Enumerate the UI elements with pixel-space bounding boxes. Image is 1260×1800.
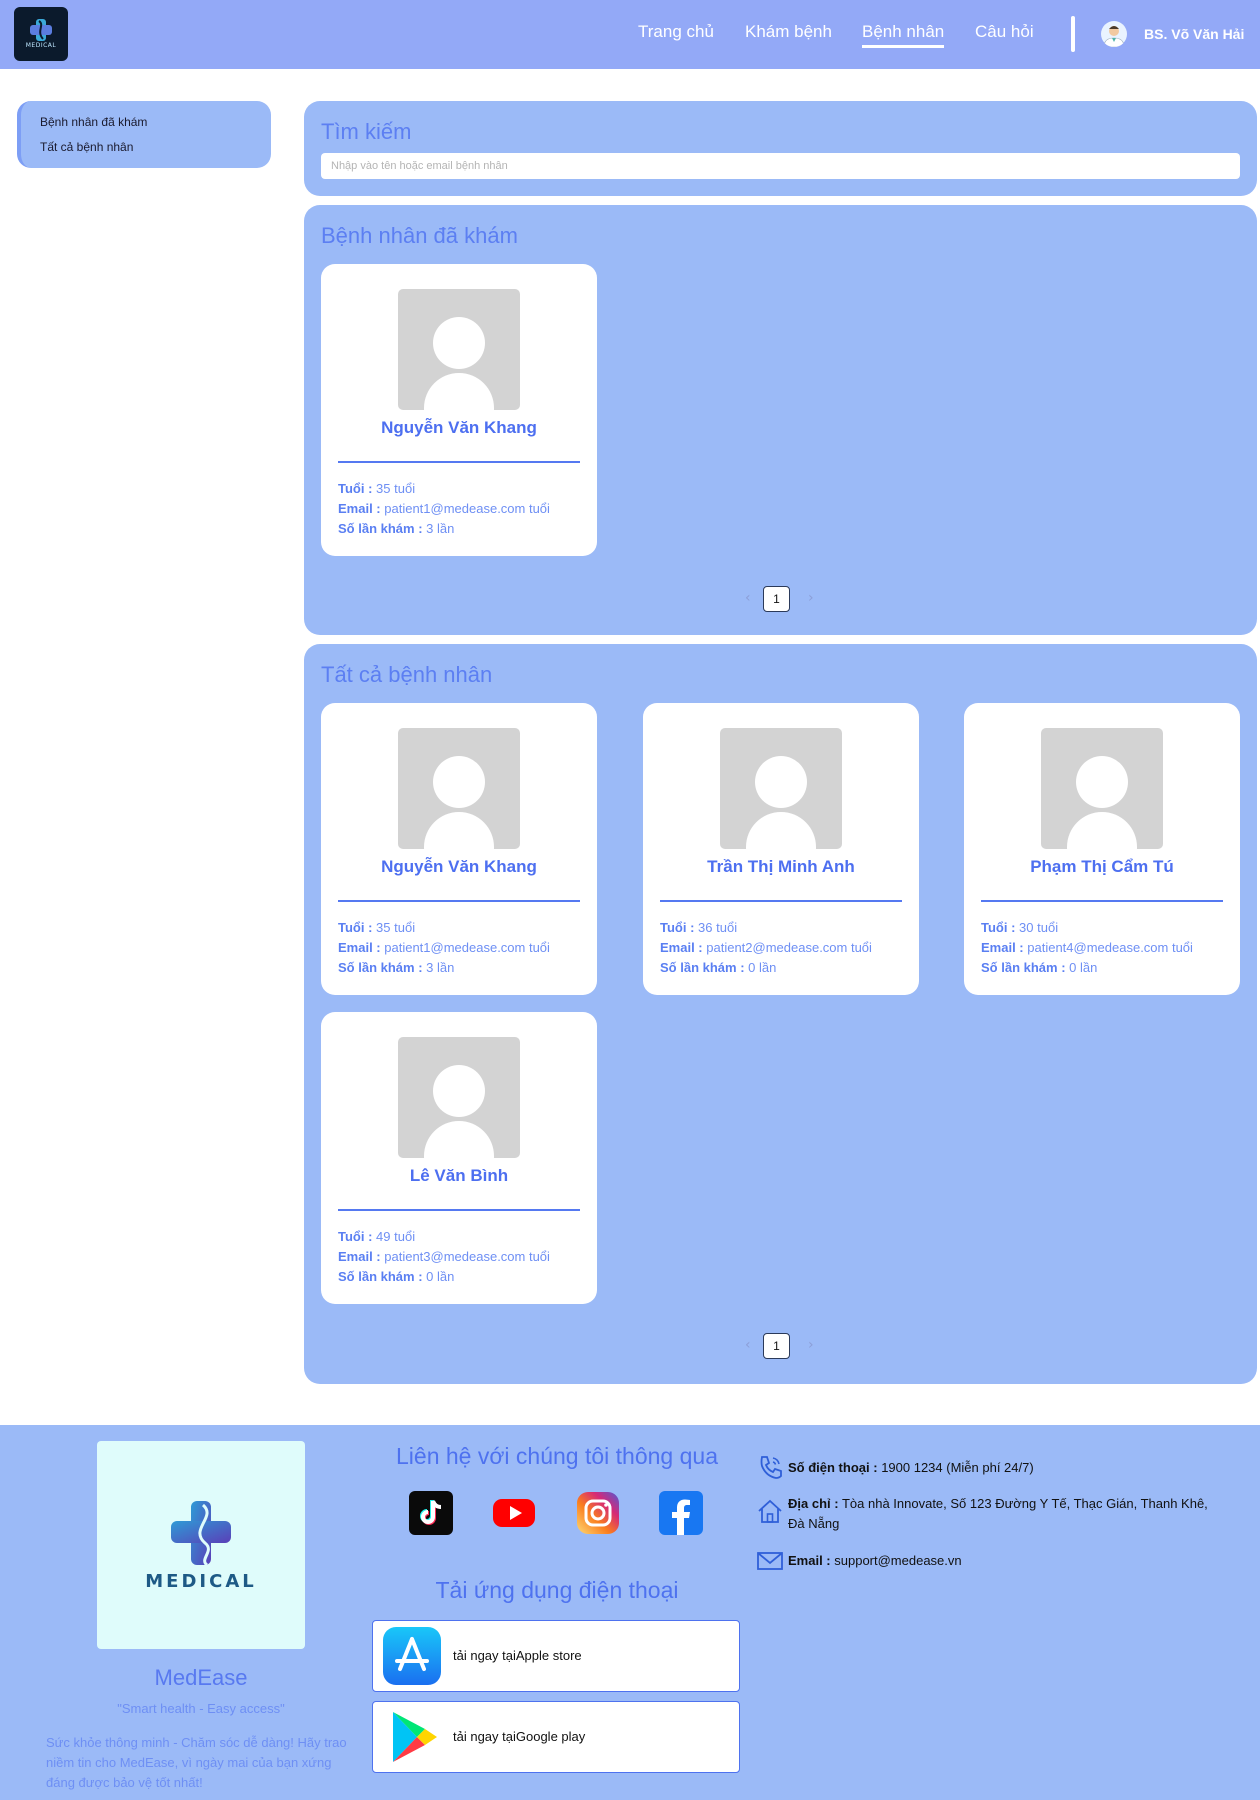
nav-divider — [1071, 16, 1075, 52]
patient-email: Email : patient2@medease.com tuổi — [660, 940, 872, 955]
sidebar-item-examined[interactable]: Bệnh nhân đã khám — [40, 115, 147, 129]
nav-patients[interactable]: Bệnh nhân — [862, 22, 945, 48]
footer-logo: MEDICAL — [97, 1441, 305, 1649]
brand-slogan: "Smart health - Easy access" — [117, 1701, 285, 1716]
top-navbar: MEDICAL Trang chủ Khám bệnh Bệnh nhân Câ… — [0, 0, 1260, 69]
patient-email: Email : patient4@medease.com tuổi — [981, 940, 1193, 955]
avatar[interactable] — [1101, 21, 1127, 47]
footer-logo-text: MEDICAL — [145, 1571, 257, 1592]
pagination-next-button[interactable]: › — [808, 590, 814, 606]
patient-age: Tuổi : 35 tuổi — [338, 481, 416, 496]
pagination-page-button[interactable]: 1 — [763, 1333, 790, 1359]
patient-age: Tuổi : 35 tuổi — [338, 920, 416, 935]
user-name[interactable]: BS. Võ Văn Hải — [1144, 26, 1244, 42]
pagination-prev-button[interactable]: ‹ — [745, 590, 751, 606]
patient-visits: Số lần khám : 0 lần — [338, 1269, 455, 1284]
medical-cross-icon — [171, 1501, 231, 1567]
patient-visits: Số lần khám : 3 lần — [338, 521, 455, 536]
patient-age: Tuổi : 36 tuổi — [660, 920, 738, 935]
patient-visits: Số lần khám : 0 lần — [660, 960, 777, 975]
patient-age: Tuổi : 49 tuổi — [338, 1229, 416, 1244]
patient-card[interactable]: Nguyễn Văn Khang Tuổi : 35 tuổi Email : … — [321, 703, 597, 995]
patient-name: Phạm Thị Cẩm Tú — [1030, 857, 1174, 876]
contact-title: Liên hệ với chúng tôi thông qua — [396, 1443, 718, 1469]
pagination-page-button[interactable]: 1 — [763, 586, 790, 612]
footer-address: Địa chỉ : Tòa nhà Innovate, Số 123 Đường… — [788, 1496, 1208, 1531]
tiktok-icon[interactable] — [409, 1491, 453, 1535]
app-download-title: Tải ứng dụng điện thoại — [435, 1577, 679, 1603]
logo-text: MEDICAL — [25, 42, 57, 49]
all-patients-panel: Tất cả bệnh nhân Nguyễn Văn Khang Tuổi :… — [304, 644, 1257, 1384]
footer-email: Email : support@medease.vn — [788, 1553, 962, 1568]
patient-photo-placeholder — [398, 728, 520, 849]
pagination: ‹ 1 › — [741, 1333, 821, 1359]
patient-card[interactable]: Nguyễn Văn Khang Tuổi : 35 tuổi Email : … — [321, 264, 597, 556]
card-divider — [660, 900, 902, 902]
patient-visits: Số lần khám : 3 lần — [338, 960, 455, 975]
instagram-icon[interactable] — [576, 1491, 620, 1535]
card-divider — [981, 900, 1223, 902]
sidebar: Bệnh nhân đã khám Tất cả bệnh nhân — [17, 101, 271, 168]
patient-name: Lê Văn Bình — [409, 1166, 509, 1185]
sidebar-item-all-patients[interactable]: Tất cả bệnh nhân — [40, 140, 133, 154]
search-input[interactable] — [321, 153, 1240, 179]
apple-store-button[interactable]: tải ngay tạiApple store — [372, 1620, 740, 1692]
patient-photo-placeholder — [398, 1037, 520, 1158]
pagination-prev-button[interactable]: ‹ — [745, 1337, 751, 1353]
footer: MEDICAL MedEase "Smart health - Easy acc… — [0, 1425, 1260, 1800]
footer-phone: Số điện thoại : 1900 1234 (Miễn phí 24/7… — [788, 1460, 1034, 1475]
patient-name: Nguyễn Văn Khang — [381, 857, 537, 876]
nav-home[interactable]: Trang chủ — [638, 22, 714, 42]
search-panel: Tìm kiếm — [304, 101, 1257, 196]
patient-photo-placeholder — [1041, 728, 1163, 849]
card-divider — [338, 461, 580, 463]
patient-age: Tuổi : 30 tuổi — [981, 920, 1059, 935]
facebook-icon[interactable] — [659, 1491, 703, 1535]
nav-questions[interactable]: Câu hỏi — [975, 22, 1034, 42]
examined-title: Bệnh nhân đã khám — [321, 223, 518, 248]
patient-email: Email : patient3@medease.com tuổi — [338, 1249, 550, 1264]
doctor-avatar-icon — [1103, 26, 1125, 47]
patient-photo-placeholder — [720, 728, 842, 849]
all-patients-title: Tất cả bệnh nhân — [321, 662, 493, 687]
patient-email: Email : patient1@medease.com tuổi — [338, 940, 550, 955]
apple-store-label: tải ngay tạiApple store — [453, 1648, 582, 1663]
patient-name: Nguyễn Văn Khang — [381, 418, 537, 437]
home-icon — [758, 1499, 782, 1523]
search-title: Tìm kiếm — [321, 119, 412, 144]
patient-name: Trần Thị Minh Anh — [707, 857, 855, 876]
patient-photo-placeholder — [398, 289, 520, 410]
patient-email: Email : patient1@medease.com tuổi — [338, 501, 550, 516]
app-logo[interactable]: MEDICAL — [14, 7, 68, 61]
medical-cross-icon — [30, 19, 52, 41]
patient-card[interactable]: Lê Văn Bình Tuổi : 49 tuổi Email : patie… — [321, 1012, 597, 1304]
pagination-next-button[interactable]: › — [808, 1337, 814, 1353]
app-store-icon — [383, 1627, 441, 1685]
mail-icon — [757, 1552, 783, 1570]
youtube-icon[interactable] — [492, 1491, 536, 1535]
examined-patients-panel: Bệnh nhân đã khám Nguyễn Văn Khang Tuổi … — [304, 205, 1257, 635]
brand-description: Sức khỏe thông minh - Chăm sóc dễ dàng! … — [46, 1735, 347, 1790]
brand-name: MedEase — [154, 1665, 248, 1690]
google-play-button[interactable]: tải ngay tạiGoogle play — [372, 1701, 740, 1773]
patient-card[interactable]: Phạm Thị Cẩm Tú Tuổi : 30 tuổi Email : p… — [964, 703, 1240, 995]
nav-examination[interactable]: Khám bệnh — [745, 22, 832, 42]
google-play-icon — [393, 1712, 437, 1762]
patient-card[interactable]: Trần Thị Minh Anh Tuổi : 36 tuổi Email :… — [643, 703, 919, 995]
patient-visits: Số lần khám : 0 lần — [981, 960, 1098, 975]
card-divider — [338, 900, 580, 902]
phone-icon — [760, 1456, 782, 1479]
google-play-label: tải ngay tạiGoogle play — [453, 1729, 586, 1744]
card-divider — [338, 1209, 580, 1211]
pagination: ‹ 1 › — [741, 586, 821, 612]
